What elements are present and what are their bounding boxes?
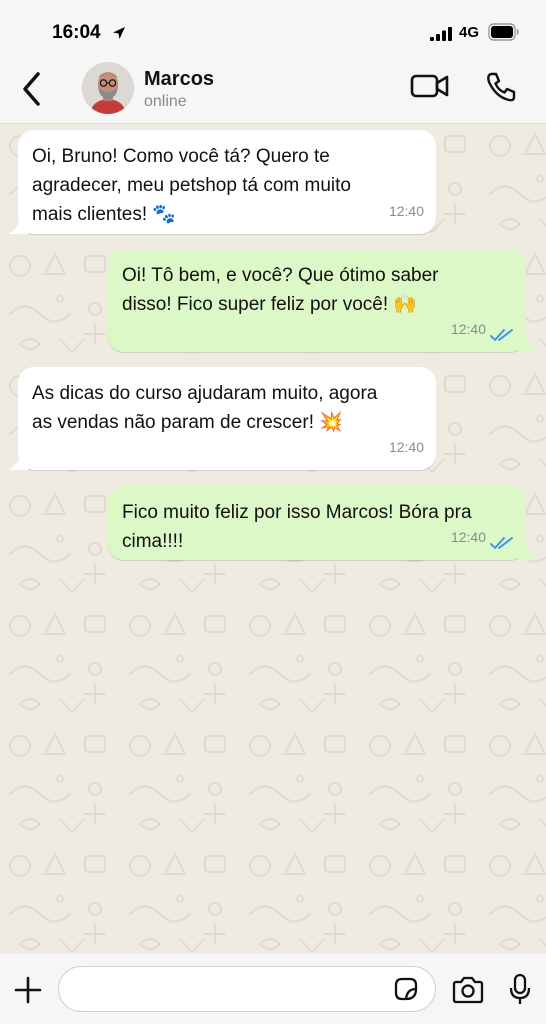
message-time: 12:40	[450, 321, 486, 337]
contact-status: online	[144, 93, 187, 110]
bubble-tail	[518, 334, 538, 352]
network-label: 4G	[459, 24, 480, 41]
avatar[interactable]	[82, 62, 134, 114]
message-text-line: mais clientes! 🐾	[32, 204, 177, 225]
contact-name[interactable]: Marcos	[144, 68, 214, 91]
status-bar: 16:04 4G	[0, 0, 546, 62]
camera-button[interactable]	[451, 976, 485, 1009]
message-time: 12:40	[388, 439, 424, 455]
message-text-line: As dicas do curso ajudaram muito, agora	[32, 383, 378, 404]
attach-button[interactable]	[14, 976, 42, 1009]
signal-bars-icon	[430, 27, 454, 46]
message-text-line: as vendas não param de crescer! 💥	[32, 412, 343, 433]
microphone-icon	[509, 973, 531, 1004]
message-text-line: Oi! Tô bem, e você? Que ótimo saber	[122, 265, 439, 286]
read-ticks-icon	[490, 537, 513, 549]
bubble-tail	[8, 216, 28, 234]
message-text-line: Oi, Bruno! Como você tá? Quero te	[32, 146, 330, 167]
back-chevron-icon	[23, 72, 40, 106]
message-bubble-incoming[interactable]: As dicas do curso ajudaram muito, agora …	[18, 367, 436, 470]
message-bubble-outgoing[interactable]: Fico muito feliz por isso Marcos! Bóra p…	[108, 486, 526, 560]
message-time: 12:40	[450, 529, 486, 545]
sticker-button[interactable]	[392, 975, 420, 1008]
message-time: 12:40	[388, 203, 424, 219]
status-time: 16:04	[52, 22, 101, 43]
message-text-line: agradecer, meu petshop tá com muito	[32, 175, 351, 196]
voice-call-button[interactable]	[484, 70, 518, 109]
bubble-tail	[518, 542, 538, 560]
camera-icon	[452, 976, 484, 1004]
battery-icon	[488, 23, 520, 46]
message-input[interactable]	[58, 966, 436, 1012]
microphone-button[interactable]	[508, 973, 532, 1012]
avatar-photo	[82, 62, 134, 114]
read-ticks-icon	[490, 329, 513, 341]
video-call-button[interactable]	[410, 72, 450, 105]
message-bubble-incoming[interactable]: Oi, Bruno! Como você tá? Quero te agrade…	[18, 130, 436, 234]
chat-area[interactable]: Oi, Bruno! Como você tá? Quero te agrade…	[0, 124, 546, 954]
input-bar	[0, 954, 546, 1024]
location-arrow-icon	[112, 26, 126, 45]
back-button[interactable]	[18, 68, 48, 108]
message-bubble-outgoing[interactable]: Oi! Tô bem, e você? Que ótimo saber diss…	[108, 249, 526, 352]
sticker-icon	[394, 977, 418, 1001]
video-call-icon	[410, 74, 449, 98]
phone-icon	[487, 72, 516, 102]
bubble-tail	[8, 452, 28, 470]
chat-header: Marcos online	[0, 62, 546, 124]
plus-icon	[14, 976, 42, 1004]
